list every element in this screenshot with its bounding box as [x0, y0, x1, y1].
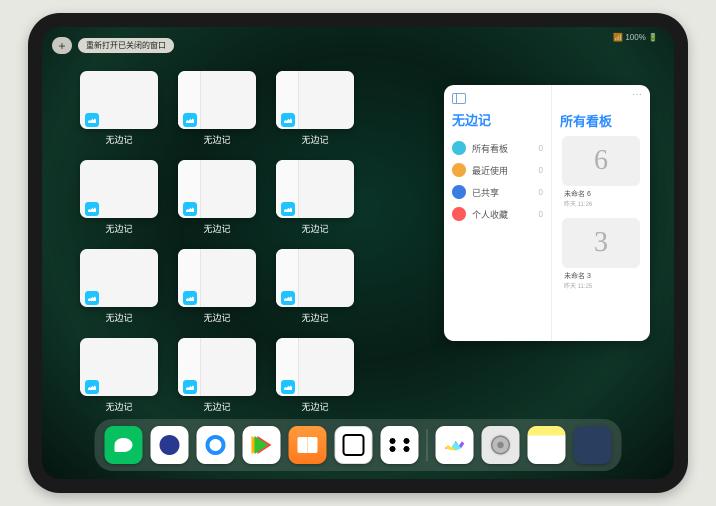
nav-item-count: 0	[539, 210, 543, 219]
window-thumbnail[interactable]	[80, 249, 158, 307]
board-timestamp: 昨天 11:26	[562, 199, 640, 208]
freeform-sidebar-panel[interactable]: ··· 无边记 所有看板0最近使用0已共享0个人收藏0 所有看板 6未命名 6昨…	[444, 85, 650, 341]
window-label: 无边记	[203, 400, 230, 413]
window-label: 无边记	[301, 222, 328, 235]
board-label: 未命名 3	[562, 271, 640, 281]
board-card[interactable]: 3 未命名 3昨天 11:25	[562, 218, 640, 290]
status-bar: 📶 100% 🔋	[613, 33, 658, 42]
window-thumbnail[interactable]	[276, 338, 354, 396]
window-label: 无边记	[105, 222, 132, 235]
window-label: 无边记	[301, 133, 328, 146]
freeform-app-icon	[281, 380, 295, 394]
more-options-button[interactable]: ···	[632, 89, 642, 100]
freeform-app-icon	[281, 113, 295, 127]
window-label: 无边记	[105, 400, 132, 413]
app-window[interactable]: 无边记	[276, 71, 354, 146]
board-timestamp: 昨天 11:25	[562, 281, 640, 290]
nav-item-icon	[452, 141, 466, 155]
top-controls: + 重新打开已关闭的窗口	[52, 37, 174, 54]
freeform-app-icon	[183, 202, 197, 216]
app-window[interactable]: 无边记	[276, 249, 354, 324]
board-thumbnail: 3	[562, 218, 640, 268]
nav-item[interactable]: 已共享 0	[452, 181, 543, 203]
nav-item-label: 最近使用	[472, 164, 508, 177]
new-window-button[interactable]: +	[52, 37, 72, 54]
board-label: 未命名 6	[562, 189, 640, 199]
nav-item-label: 所有看板	[472, 142, 508, 155]
settings-icon[interactable]	[482, 426, 520, 464]
nav-item-icon	[452, 185, 466, 199]
window-label: 无边记	[301, 311, 328, 324]
quark-icon[interactable]	[151, 426, 189, 464]
panel-boards: 所有看板 6 未命名 6昨天 11:26 3 未命名 3昨天 11:25	[552, 85, 650, 341]
window-label: 无边记	[203, 311, 230, 324]
ipad-screen: 📶 100% 🔋 + 重新打开已关闭的窗口 无边记无边记无边记无边记无边记无边记…	[42, 27, 674, 479]
panel-navigation: 无边记 所有看板 0 最近使用 0 已共享 0 个人收藏 0	[444, 85, 552, 341]
board-thumbnail: 6	[562, 136, 640, 186]
nav-item-label: 个人收藏	[472, 208, 508, 221]
freeform-app-icon	[85, 113, 99, 127]
freeform-app-icon	[183, 291, 197, 305]
app-window[interactable]: 无边记	[178, 338, 256, 413]
window-label: 无边记	[105, 133, 132, 146]
ipad-frame: 📶 100% 🔋 + 重新打开已关闭的窗口 无边记无边记无边记无边记无边记无边记…	[28, 13, 688, 493]
dock	[95, 419, 622, 471]
nav-item-count: 0	[539, 188, 543, 197]
window-thumbnail[interactable]	[178, 160, 256, 218]
qqbrowser-icon[interactable]	[197, 426, 235, 464]
panel-app-title: 无边记	[452, 110, 543, 129]
window-thumbnail[interactable]	[80, 160, 158, 218]
nav-item-count: 0	[539, 144, 543, 153]
freeform-app-icon	[281, 291, 295, 305]
sidebar-toggle-icon[interactable]	[452, 93, 466, 104]
freeform-app-icon	[183, 380, 197, 394]
window-thumbnail[interactable]	[178, 338, 256, 396]
notes-icon[interactable]	[528, 426, 566, 464]
freeform-app-icon	[85, 380, 99, 394]
nav-item[interactable]: 最近使用 0	[452, 159, 543, 181]
window-thumbnail[interactable]	[80, 71, 158, 129]
window-label: 无边记	[203, 133, 230, 146]
window-thumbnail[interactable]	[178, 249, 256, 307]
reopen-closed-window-button[interactable]: 重新打开已关闭的窗口	[78, 38, 174, 53]
dock-divider	[427, 429, 428, 461]
window-label: 无边记	[203, 222, 230, 235]
app-window[interactable]: 无边记	[178, 71, 256, 146]
panel-boards-title: 所有看板	[560, 111, 642, 130]
window-thumbnail[interactable]	[276, 249, 354, 307]
app-window[interactable]: 无边记	[276, 338, 354, 413]
app-window[interactable]: 无边记	[178, 249, 256, 324]
window-label: 无边记	[301, 400, 328, 413]
wechat-icon[interactable]	[105, 426, 143, 464]
dice-icon[interactable]	[335, 426, 373, 464]
board-card[interactable]: 6 未命名 6昨天 11:26	[562, 136, 640, 208]
app-library-icon[interactable]	[574, 426, 612, 464]
window-thumbnail[interactable]	[178, 71, 256, 129]
freeform-app-icon	[281, 202, 295, 216]
nodes-icon[interactable]	[381, 426, 419, 464]
nav-item-icon	[452, 207, 466, 221]
freeform-app-icon	[85, 291, 99, 305]
window-thumbnail[interactable]	[276, 71, 354, 129]
app-window[interactable]: 无边记	[80, 249, 158, 324]
freeform-app-icon	[85, 202, 99, 216]
nav-item-icon	[452, 163, 466, 177]
nav-item-count: 0	[539, 166, 543, 175]
play-icon[interactable]	[243, 426, 281, 464]
nav-item[interactable]: 所有看板 0	[452, 137, 543, 159]
app-window[interactable]: 无边记	[80, 338, 158, 413]
window-thumbnail[interactable]	[80, 338, 158, 396]
app-window[interactable]: 无边记	[276, 160, 354, 235]
freeform-icon[interactable]	[436, 426, 474, 464]
books-icon[interactable]	[289, 426, 327, 464]
app-window[interactable]: 无边记	[80, 160, 158, 235]
window-label: 无边记	[105, 311, 132, 324]
app-expose-grid: 无边记无边记无边记无边记无边记无边记无边记无边记无边记无边记无边记无边记	[80, 71, 440, 413]
window-thumbnail[interactable]	[276, 160, 354, 218]
freeform-app-icon	[183, 113, 197, 127]
nav-item-label: 已共享	[472, 186, 499, 199]
app-window[interactable]: 无边记	[80, 71, 158, 146]
nav-item[interactable]: 个人收藏 0	[452, 203, 543, 225]
app-window[interactable]: 无边记	[178, 160, 256, 235]
